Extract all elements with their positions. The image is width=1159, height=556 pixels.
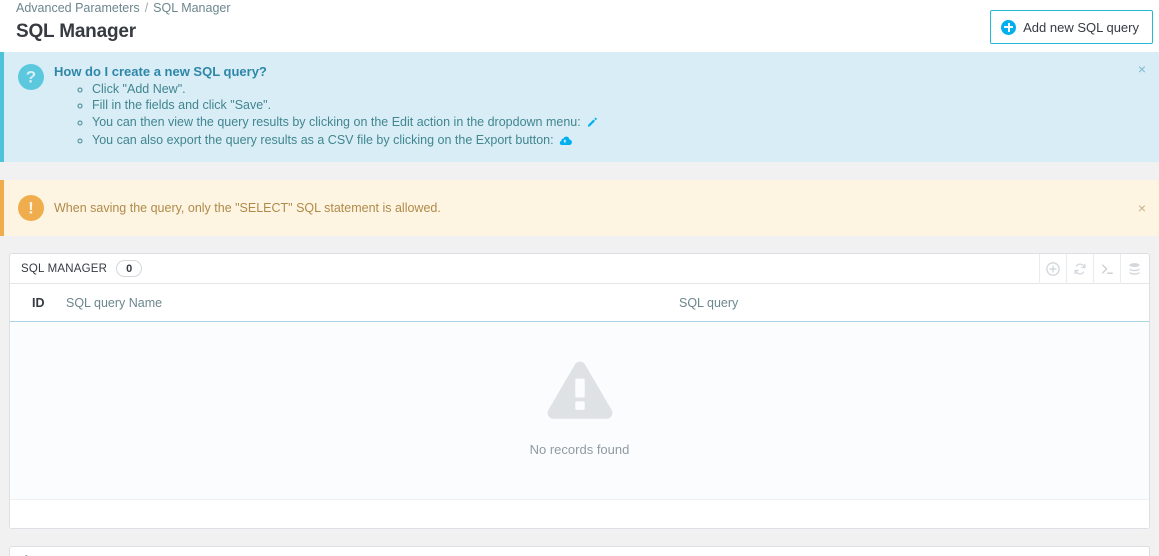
- table-footer-spacer: [10, 500, 1149, 528]
- info-alert-item-text: Click "Add New".: [92, 81, 186, 96]
- sql-manager-panel-title: SQL MANAGER: [21, 262, 108, 275]
- terminal-icon[interactable]: [1093, 254, 1120, 284]
- add-new-sql-query-label: Add new SQL query: [1023, 19, 1139, 35]
- info-alert-item-text: Fill in the fields and click "Save".: [92, 98, 272, 112]
- page-header: Advanced Parameters / SQL Manager SQL Mana…: [0, 0, 1159, 52]
- add-icon[interactable]: [1039, 254, 1066, 284]
- warning-alert: When saving the query, only the "SELECT"…: [0, 180, 1159, 236]
- table-header-row: ID SQL query Name SQL query: [10, 284, 1149, 322]
- add-new-sql-query-button[interactable]: Add new SQL query: [990, 10, 1153, 44]
- column-header-sql-query: SQL query: [679, 284, 1149, 322]
- settings-panel: SETTINGS Select your default file encodi…: [9, 546, 1150, 556]
- list-item: Click "Add New".: [92, 81, 597, 98]
- cloud-export-icon: [559, 135, 573, 151]
- info-alert-item-text: You can also export the query results as…: [92, 133, 554, 147]
- exclamation-icon: [18, 195, 44, 221]
- empty-state: No records found: [10, 321, 1149, 500]
- database-icon[interactable]: [1120, 254, 1149, 284]
- info-alert: How do I create a new SQL query? Click "…: [0, 52, 1159, 162]
- settings-panel-header: SETTINGS: [10, 547, 1149, 556]
- warning-triangle-icon: [542, 361, 618, 428]
- page-title: SQL Manager: [16, 21, 136, 42]
- question-mark-icon: [18, 64, 44, 90]
- column-header-id: ID: [10, 284, 58, 322]
- breadcrumb-separator: /: [144, 1, 149, 15]
- breadcrumb-item-current: SQL Manager: [153, 1, 231, 15]
- sql-manager-panel: SQL MANAGER 0 ID SQL query Name SQL quer…: [9, 253, 1150, 529]
- list-item: Fill in the fields and click "Save".: [92, 98, 597, 115]
- sql-query-table: ID SQL query Name SQL query No records f…: [10, 284, 1149, 500]
- list-item: You can then view the query results by c…: [92, 114, 597, 133]
- plus-circle-icon: [1001, 19, 1017, 35]
- panel-toolbar: [1039, 254, 1149, 284]
- column-header-sql-query-name: SQL query Name: [58, 284, 679, 322]
- warning-alert-text: When saving the query, only the "SELECT"…: [54, 201, 441, 215]
- info-alert-title: How do I create a new SQL query?: [54, 64, 267, 79]
- breadcrumb: Advanced Parameters / SQL Manager: [16, 0, 1143, 15]
- breadcrumb-item-parent[interactable]: Advanced Parameters: [16, 1, 140, 15]
- empty-state-label: No records found: [529, 442, 630, 457]
- sql-manager-count-badge: 0: [116, 260, 143, 277]
- list-item: You can also export the query results as…: [92, 133, 597, 152]
- warning-alert-close-icon[interactable]: ×: [1136, 199, 1148, 217]
- info-alert-list: Click "Add New". Fill in the fields and …: [54, 81, 597, 151]
- info-alert-item-text: You can then view the query results by c…: [92, 114, 581, 129]
- refresh-icon[interactable]: [1066, 254, 1093, 284]
- info-alert-close-icon[interactable]: ×: [1136, 60, 1148, 78]
- pencil-icon: [586, 117, 597, 133]
- sql-manager-panel-header: SQL MANAGER 0: [10, 254, 1149, 284]
- table-empty-row: No records found: [10, 321, 1149, 500]
